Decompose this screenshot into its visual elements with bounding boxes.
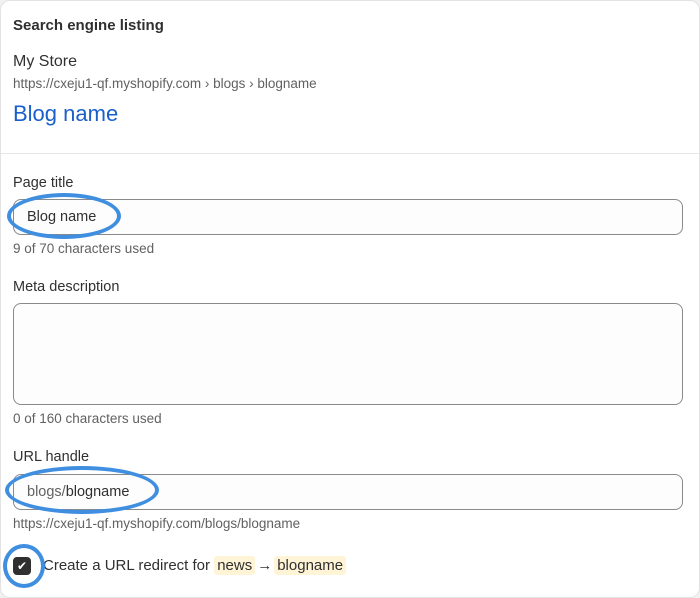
redirect-from-chip: news [214, 556, 256, 575]
arrow-right-icon: → [257, 557, 273, 574]
redirect-label-text: Create a URL redirect for [43, 557, 211, 574]
search-engine-preview: Search engine listing My Store https://c… [1, 1, 699, 154]
seo-card: Search engine listing My Store https://c… [0, 0, 700, 598]
meta-description-label: Meta description [13, 279, 120, 295]
meta-description-char-count: 0 of 160 characters used [13, 411, 162, 426]
redirect-checkbox[interactable]: ✔ [13, 557, 31, 575]
url-handle-label: URL handle [13, 449, 90, 465]
url-handle-value: blogname [65, 484, 130, 500]
page-title-input[interactable]: Blog name [13, 199, 683, 235]
preview-url: https://cxeju1-qf.myshopify.com › blogs … [13, 76, 317, 91]
url-handle-full-url: https://cxeju1-qf.myshopify.com/blogs/bl… [13, 516, 301, 531]
checkmark-icon: ✔ [16, 559, 28, 573]
redirect-to-chip: blogname [274, 556, 347, 575]
section-title: Search engine listing [13, 17, 164, 34]
page-title-value: Blog name [27, 209, 97, 225]
meta-description-textarea[interactable] [13, 303, 683, 405]
url-handle-input[interactable]: blogs/blogname [13, 474, 683, 510]
preview-store-name: My Store [13, 53, 78, 70]
redirect-label[interactable]: Create a URL redirect for news → blogname [43, 556, 347, 575]
url-handle-prefix: blogs/ [27, 484, 66, 500]
page-title-label: Page title [13, 175, 74, 191]
preview-title: Blog name [13, 101, 119, 126]
page-title-char-count: 9 of 70 characters used [13, 241, 155, 256]
